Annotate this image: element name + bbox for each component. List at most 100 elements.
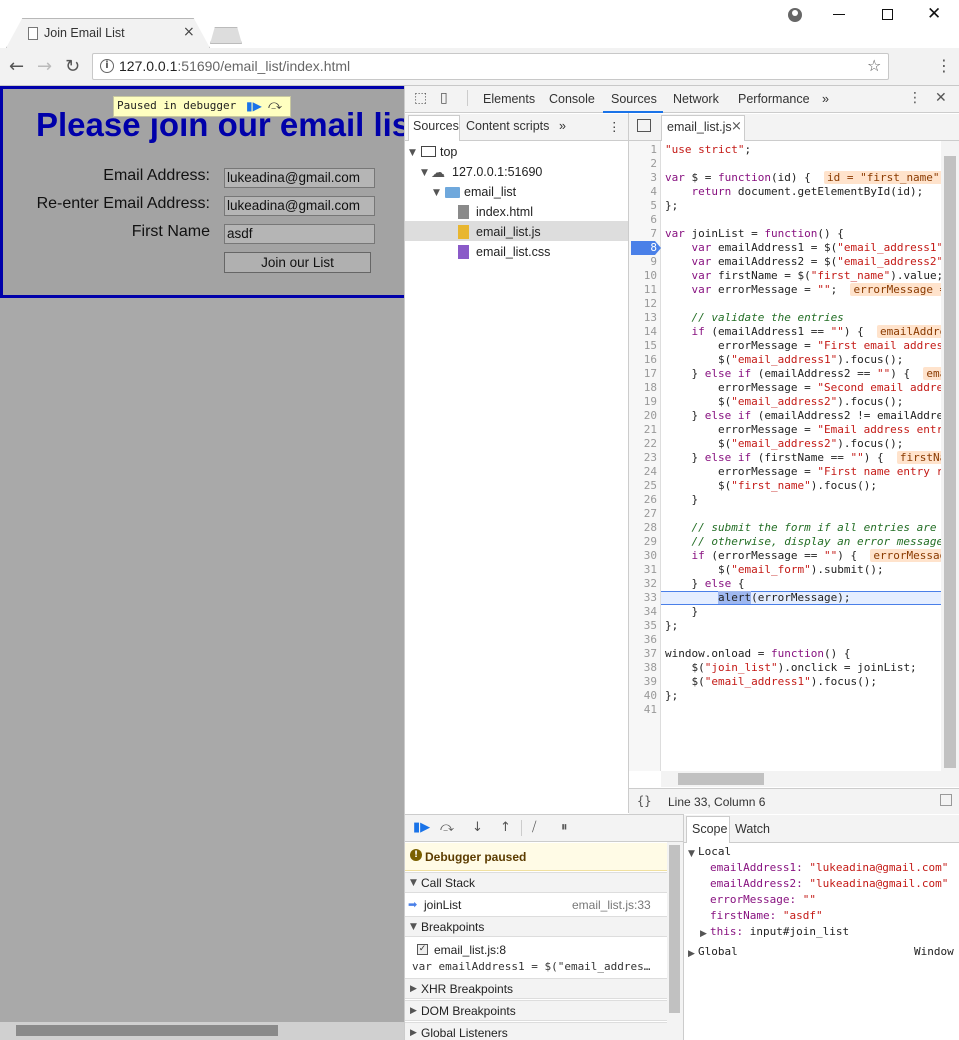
code-line[interactable]: };: [665, 689, 941, 702]
tab-elements[interactable]: Elements: [483, 92, 535, 106]
editor-tab-close-icon[interactable]: ×: [731, 119, 742, 134]
line-number[interactable]: 21: [629, 423, 657, 436]
line-number[interactable]: 13: [629, 311, 657, 324]
code-line[interactable]: var emailAddress1 = $("email_address1": [665, 241, 942, 254]
tree-host[interactable]: 127.0.0.1:51690: [452, 165, 542, 179]
line-number[interactable]: 38: [629, 661, 657, 674]
code-line[interactable]: "use strict";: [665, 143, 941, 156]
code-line[interactable]: } else if (emailAddress2 == "") { ema: [665, 367, 941, 380]
resume-icon[interactable]: ▮▶: [413, 820, 430, 835]
profile-icon[interactable]: [788, 8, 802, 22]
scope-local-label[interactable]: Local: [698, 845, 731, 858]
line-number[interactable]: 17: [629, 367, 657, 380]
line-number[interactable]: 32: [629, 577, 657, 590]
scope-this[interactable]: this: input#join_list: [710, 925, 849, 938]
collapse-triangle-icon[interactable]: ▼: [688, 849, 695, 859]
code-line[interactable]: var joinList = function() {: [665, 227, 941, 240]
coverage-icon[interactable]: [940, 794, 952, 806]
expand-triangle-icon[interactable]: ▶: [688, 949, 695, 959]
pause-on-exceptions-icon[interactable]: ⏸: [561, 820, 568, 835]
step-into-icon[interactable]: ↓: [472, 820, 483, 835]
tree-top[interactable]: top: [440, 145, 457, 159]
code-line[interactable]: alert(errorMessage);: [665, 591, 941, 604]
tab-watch[interactable]: Watch: [735, 822, 770, 836]
info-icon[interactable]: i: [100, 59, 114, 73]
breakpoint-file[interactable]: email_list.js:8: [434, 943, 506, 957]
tree-folder[interactable]: email_list: [464, 185, 516, 199]
call-frame-location[interactable]: email_list.js:33: [572, 898, 651, 912]
page-scroll-thumb[interactable]: [16, 1025, 278, 1036]
code-line[interactable]: $("first_name").focus();: [665, 479, 941, 492]
editor-vscroll-thumb[interactable]: [944, 156, 956, 768]
line-number[interactable]: 35: [629, 619, 657, 632]
new-tab-button[interactable]: [210, 27, 242, 44]
code-line[interactable]: errorMessage = "First name entry r: [665, 465, 941, 478]
code-line[interactable]: } else {: [665, 577, 941, 590]
menu-icon[interactable]: ⋮: [936, 56, 952, 75]
line-number[interactable]: 7: [629, 227, 657, 240]
line-number[interactable]: 19: [629, 395, 657, 408]
line-number[interactable]: 29: [629, 535, 657, 548]
tab-sources[interactable]: Sources: [611, 92, 657, 106]
line-number[interactable]: 12: [629, 297, 657, 310]
bookmark-star-icon[interactable]: ☆: [867, 56, 881, 75]
code-line[interactable]: // otherwise, display an error message: [665, 535, 941, 548]
line-number[interactable]: 31: [629, 563, 657, 576]
reload-icon[interactable]: ↻: [65, 56, 80, 77]
line-number[interactable]: 3: [629, 171, 657, 184]
navigator-tab-content-scripts[interactable]: Content scripts: [466, 119, 549, 133]
overlay-step-over-icon[interactable]: ⤼: [268, 98, 282, 113]
code-line[interactable]: } else if (firstName == "") { firstNa: [665, 451, 941, 464]
code-line[interactable]: errorMessage = "First email addres: [665, 339, 941, 352]
expand-triangle-icon[interactable]: ▶: [410, 984, 417, 994]
deactivate-breakpoints-icon[interactable]: ⧸: [532, 820, 536, 835]
tab-scope[interactable]: Scope: [692, 822, 727, 836]
inspect-element-icon[interactable]: ⬚: [414, 90, 427, 106]
line-number[interactable]: 22: [629, 437, 657, 450]
line-number[interactable]: 25: [629, 479, 657, 492]
line-number[interactable]: 1: [629, 143, 657, 156]
pretty-print-icon[interactable]: {}: [637, 794, 651, 808]
line-number[interactable]: 2: [629, 157, 657, 170]
code-line[interactable]: $("email_address1").focus();: [665, 353, 941, 366]
line-number[interactable]: 34: [629, 605, 657, 618]
code-line[interactable]: $("email_address2").focus();: [665, 395, 941, 408]
code-line[interactable]: if (emailAddress1 == "") { emailAddre: [665, 325, 941, 338]
collapse-triangle-icon[interactable]: ▼: [410, 922, 417, 932]
line-number[interactable]: 27: [629, 507, 657, 520]
tab-close-icon[interactable]: ×: [183, 24, 195, 40]
code-line[interactable]: var firstName = $("first_name").value;: [665, 269, 942, 282]
code-line[interactable]: };: [665, 199, 941, 212]
expand-triangle-icon[interactable]: ▼: [433, 188, 440, 198]
code-line[interactable]: // validate the entries: [665, 311, 941, 324]
line-number[interactable]: 30: [629, 549, 657, 562]
line-number[interactable]: 41: [629, 703, 657, 716]
reenter-email-input[interactable]: lukeadina@gmail.com: [224, 196, 375, 216]
tree-file-index[interactable]: index.html: [476, 205, 533, 219]
line-number[interactable]: 40: [629, 689, 657, 702]
line-number[interactable]: 37: [629, 647, 657, 660]
navigator-menu-icon[interactable]: ⋮: [608, 119, 621, 134]
line-number[interactable]: 16: [629, 353, 657, 366]
tree-file-js[interactable]: email_list.js: [476, 225, 541, 239]
tab-performance[interactable]: Performance: [738, 92, 810, 106]
code-line[interactable]: }: [665, 605, 941, 618]
line-number[interactable]: 24: [629, 465, 657, 478]
scope-global-label[interactable]: Global: [698, 945, 738, 958]
code-line[interactable]: return document.getElementById(id);: [665, 185, 941, 198]
code-line[interactable]: $("join_list").onclick = joinList;: [665, 661, 941, 674]
line-number[interactable]: 9: [629, 255, 657, 268]
code-line[interactable]: // submit the form if all entries are: [665, 521, 941, 534]
line-number[interactable]: 36: [629, 633, 657, 646]
line-number[interactable]: 26: [629, 493, 657, 506]
collapse-triangle-icon[interactable]: ▼: [410, 878, 417, 888]
code-line[interactable]: var $ = function(id) { id = "first_name": [665, 171, 941, 184]
code-line[interactable]: var emailAddress2 = $("email_address2": [665, 255, 942, 268]
code-line[interactable]: errorMessage = "Second email addre: [665, 381, 941, 394]
line-number[interactable]: 15: [629, 339, 657, 352]
overlay-resume-icon[interactable]: ▮▶: [246, 99, 262, 113]
call-frame-name[interactable]: joinList: [424, 898, 461, 912]
first-name-input[interactable]: asdf: [224, 224, 375, 244]
line-number[interactable]: 11: [629, 283, 657, 296]
forward-icon[interactable]: →: [37, 56, 52, 77]
